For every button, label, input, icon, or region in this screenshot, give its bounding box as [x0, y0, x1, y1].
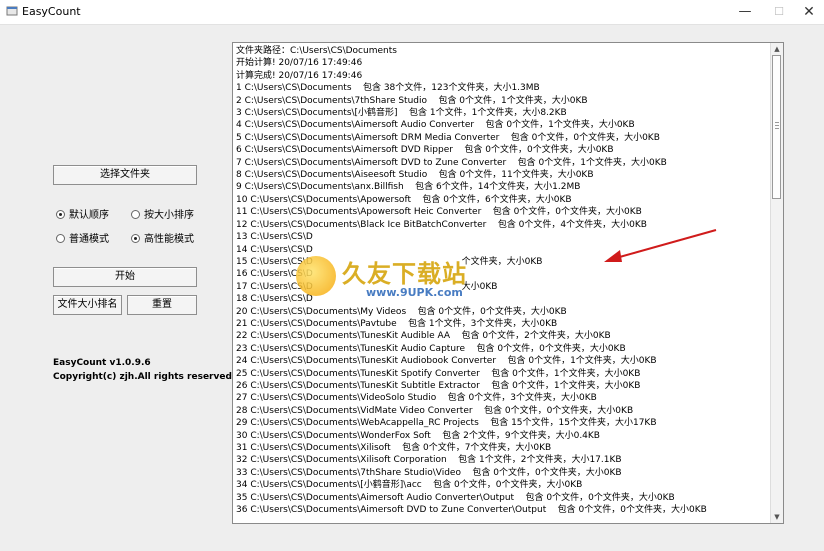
output-line: 1 C:\Users\CS\Documents 包含 38个文件，123个文件夹… — [236, 83, 540, 94]
output-line: 文件夹路径：C:\Users\CS\Documents — [236, 46, 397, 56]
output-line: 29 C:\Users\CS\Documents\WebAcappella_RC… — [236, 418, 657, 429]
version-label: EasyCount v1.0.9.6 — [53, 358, 151, 368]
output-line: 36 C:\Users\CS\Documents\Aimersoft DVD t… — [236, 505, 707, 516]
radio-normal-mode[interactable]: 普通模式 — [56, 233, 109, 247]
select-folder-button[interactable]: 选择文件夹 — [53, 165, 197, 185]
window-title: EasyCount — [22, 5, 81, 18]
copyright-label: Copyright(c) zjh.All rights reserved. — [53, 372, 236, 382]
output-line: 33 C:\Users\CS\Documents\7thShare Studio… — [236, 467, 622, 478]
output-line: 9 C:\Users\CS\Documents\anx.Billfish 包含 … — [236, 182, 581, 193]
scroll-up-arrow-icon[interactable]: ▲ — [772, 44, 782, 54]
radio-selected-icon — [56, 210, 65, 219]
red-arrow-annotation-icon — [604, 229, 717, 262]
output-line: 30 C:\Users\CS\Documents\WonderFox Soft … — [236, 430, 600, 441]
app-icon — [6, 6, 18, 16]
output-line: 21 C:\Users\CS\Documents\Pavtube 包含 1个文件… — [236, 318, 558, 329]
output-line: 24 C:\Users\CS\Documents\TunesKit Audiob… — [236, 356, 657, 367]
output-line: 11 C:\Users\CS\Documents\Apowersoft Heic… — [236, 207, 642, 218]
minimize-button[interactable]: — — [728, 2, 762, 22]
scrollbar-thumb[interactable] — [772, 55, 781, 199]
output-line: 8 C:\Users\CS\Documents\Aiseesoft Studio… — [236, 170, 594, 181]
output-line: 31 C:\Users\CS\Documents\Xilisoft 包含 0个文… — [236, 443, 552, 453]
radio-sort-by-size[interactable]: 按大小排序 — [131, 209, 194, 223]
output-line: 20 C:\Users\CS\Documents\My Videos 包含 0个… — [236, 306, 567, 317]
output-line: 22 C:\Users\CS\Documents\TunesKit Audibl… — [236, 331, 611, 342]
scroll-down-arrow-icon[interactable]: ▼ — [772, 512, 782, 522]
watermark-moon-icon — [296, 256, 336, 296]
close-button[interactable]: ✕ — [792, 2, 824, 22]
output-line: 开始计算! 20/07/16 17:49:46 — [236, 58, 363, 69]
output-line: 3 C:\Users\CS\Documents\[小鹤音形] 包含 1个文件，1… — [236, 108, 567, 119]
radio-default-order[interactable]: 默认顺序 — [56, 209, 109, 223]
radio-high-performance-mode[interactable]: 高性能模式 — [131, 233, 194, 247]
output-line: 27 C:\Users\CS\Documents\VideoSolo Studi… — [236, 393, 597, 404]
output-line: 7 C:\Users\CS\Documents\Aimersoft DVD to… — [236, 157, 667, 168]
radio-sort-by-size-label: 按大小排序 — [144, 210, 194, 221]
watermark-title: 久友下载站 — [342, 260, 467, 288]
output-line: 28 C:\Users\CS\Documents\VidMate Video C… — [236, 405, 634, 416]
radio-high-performance-mode-label: 高性能模式 — [144, 234, 194, 245]
reset-button[interactable]: 重置 — [127, 295, 197, 315]
output-line: 5 C:\Users\CS\Documents\Aimersoft DRM Me… — [236, 132, 660, 143]
output-line: 10 C:\Users\CS\Documents\Apowersoft 包含 0… — [236, 194, 572, 205]
output-line: 6 C:\Users\CS\Documents\Aimersoft DVD Ri… — [236, 145, 614, 156]
start-button[interactable]: 开始 — [53, 267, 197, 287]
output-line: 34 C:\Users\CS\Documents\[小鹤音形]\acc 包含 0… — [236, 480, 583, 491]
output-line: 2 C:\Users\CS\Documents\7thShare Studio … — [236, 95, 588, 106]
watermark-url: www.9UPK.com — [366, 286, 463, 299]
radio-unselected-icon — [131, 210, 140, 219]
watermark-logo: 久友下载站 www.9UPK.com — [296, 254, 516, 304]
radio-normal-mode-label: 普通模式 — [69, 234, 109, 245]
title-bar: EasyCount — ☐ ✕ — [0, 0, 824, 25]
output-line: 32 C:\Users\CS\Documents\Xilisoft Corpor… — [236, 455, 622, 466]
output-line: 计算完成! 20/07/16 17:49:46 — [236, 70, 363, 81]
radio-default-order-label: 默认顺序 — [69, 210, 109, 221]
output-line: 25 C:\Users\CS\Documents\TunesKit Spotif… — [236, 368, 641, 379]
size-rank-button[interactable]: 文件大小排名 — [53, 295, 122, 315]
output-line: 23 C:\Users\CS\Documents\TunesKit Audio … — [236, 343, 626, 354]
vertical-scrollbar[interactable]: ▲ ▼ — [770, 43, 783, 523]
radio-unselected-icon — [56, 234, 65, 243]
output-line: 35 C:\Users\CS\Documents\Aimersoft Audio… — [236, 492, 675, 503]
radio-selected-icon — [131, 234, 140, 243]
maximize-button[interactable]: ☐ — [762, 2, 796, 22]
output-line: 4 C:\Users\CS\Documents\Aimersoft Audio … — [236, 120, 635, 131]
output-line: 26 C:\Users\CS\Documents\TunesKit Subtit… — [236, 380, 641, 391]
